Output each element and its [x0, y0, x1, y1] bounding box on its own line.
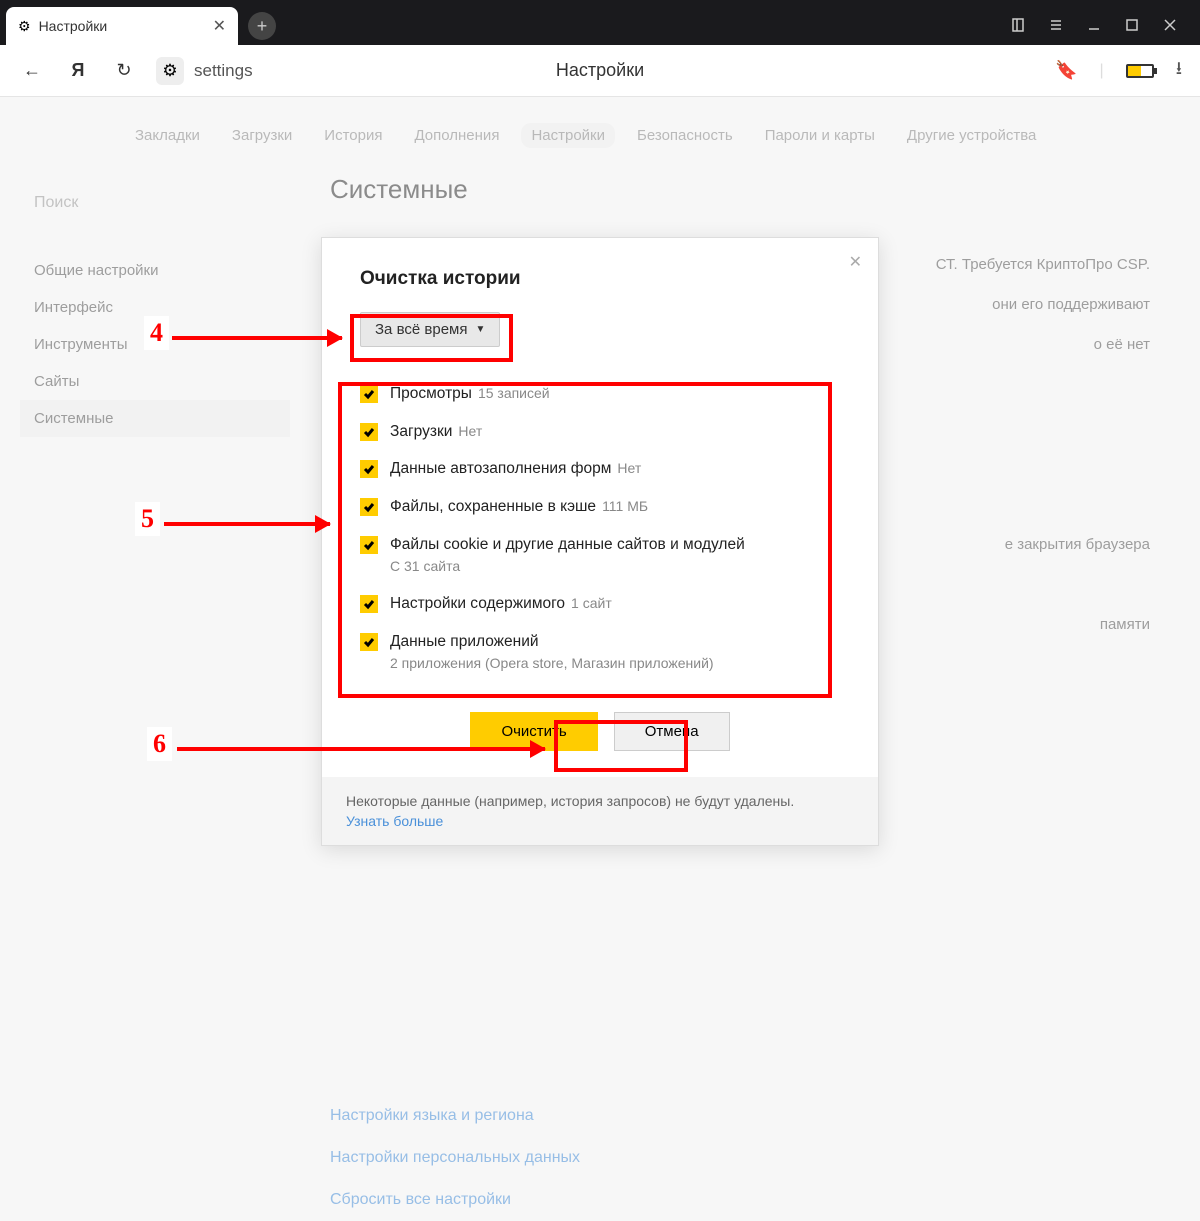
chevron-down-icon: ▼	[475, 324, 485, 335]
checkbox-icon[interactable]	[360, 498, 378, 516]
checkbox-icon[interactable]	[360, 536, 378, 554]
dialog-footer: Некоторые данные (например, история запр…	[322, 777, 878, 845]
checkbox-icon[interactable]	[360, 423, 378, 441]
clear-options-list: Просмотры15 записей ЗагрузкиНет Данные а…	[360, 375, 840, 682]
option-cookies[interactable]: Файлы cookie и другие данные сайтов и мо…	[360, 526, 840, 585]
learn-more-link[interactable]: Узнать больше	[346, 813, 854, 829]
option-autofill[interactable]: Данные автозаполнения формНет	[360, 450, 840, 488]
annotation-number-4: 4	[144, 316, 169, 350]
time-range-dropdown[interactable]: За всё время ▼	[360, 312, 500, 347]
checkbox-icon[interactable]	[360, 460, 378, 478]
checkbox-icon[interactable]	[360, 595, 378, 613]
link-reset[interactable]: Сбросить все настройки	[330, 1179, 1180, 1221]
dropdown-label: За всё время	[375, 321, 467, 338]
checkbox-icon[interactable]	[360, 633, 378, 651]
annotation-arrow-4	[172, 336, 342, 340]
option-content-settings[interactable]: Настройки содержимого1 сайт	[360, 585, 840, 623]
annotation-number-6: 6	[147, 727, 172, 761]
annotation-number-5: 5	[135, 502, 160, 536]
checkbox-icon[interactable]	[360, 385, 378, 403]
link-personal-data[interactable]: Настройки персональных данных	[330, 1137, 1180, 1179]
dialog-title: Очистка истории	[360, 268, 840, 290]
annotation-arrow-5	[164, 522, 330, 526]
dialog-close-icon[interactable]: ✕	[849, 252, 862, 272]
option-cache[interactable]: Файлы, сохраненные в кэше111 МБ	[360, 488, 840, 526]
option-downloads[interactable]: ЗагрузкиНет	[360, 413, 840, 451]
footer-text: Некоторые данные (например, история запр…	[346, 793, 794, 809]
annotation-arrow-6	[177, 747, 545, 751]
link-language[interactable]: Настройки языка и региона	[330, 1095, 1180, 1137]
option-views[interactable]: Просмотры15 записей	[360, 375, 840, 413]
cancel-button[interactable]: Отмена	[614, 712, 730, 751]
option-app-data[interactable]: Данные приложений2 приложения (Opera sto…	[360, 623, 840, 682]
clear-history-dialog: ✕ Очистка истории За всё время ▼ Просмот…	[321, 237, 879, 846]
modal-overlay: ✕ Очистка истории За всё время ▼ Просмот…	[0, 0, 1200, 1023]
